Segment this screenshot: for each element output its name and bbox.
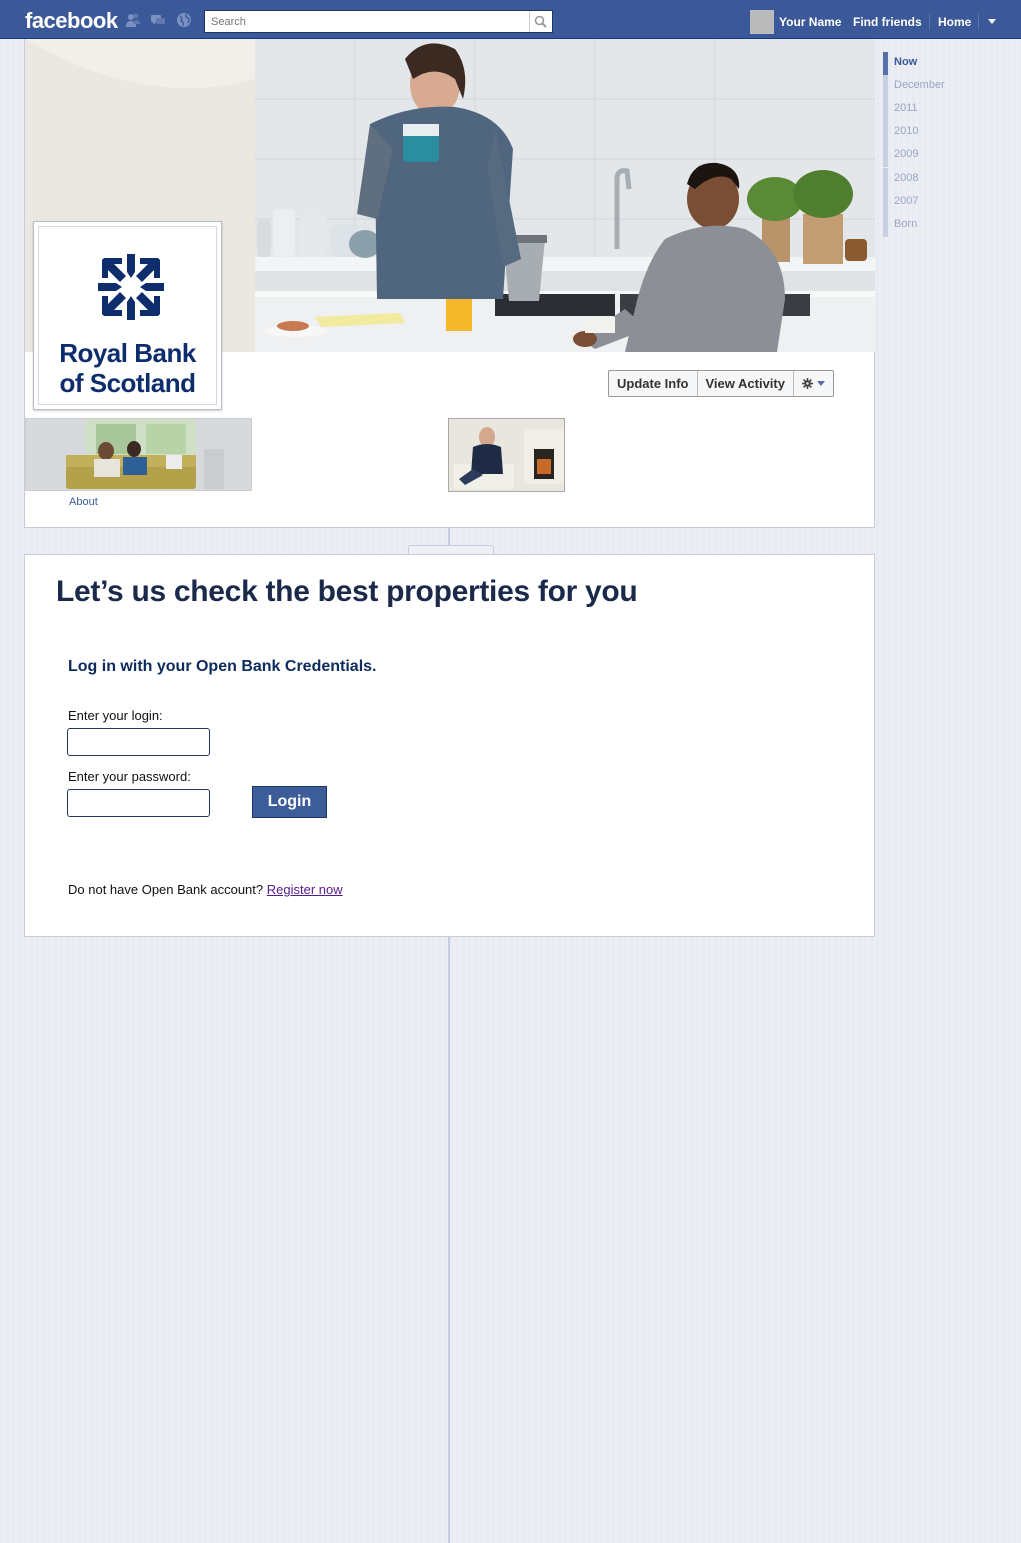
nav-divider xyxy=(929,14,930,30)
notifications-globe-icon[interactable] xyxy=(176,12,192,28)
rbs-logo: Royal Bank of Scotland xyxy=(38,226,217,405)
search-icon xyxy=(534,15,547,28)
search-field[interactable] xyxy=(204,10,553,33)
home-link[interactable]: Home xyxy=(938,15,971,29)
chevron-down-icon xyxy=(816,381,825,386)
about-link[interactable]: About xyxy=(69,496,98,508)
account-menu-chevron-down-icon[interactable] xyxy=(988,19,996,24)
friend-requests-icon[interactable] xyxy=(125,12,141,28)
timeline-item-2011[interactable]: 2011 xyxy=(883,98,1013,121)
login-button[interactable]: Login xyxy=(252,786,327,818)
about-thumbnail[interactable] xyxy=(25,418,252,491)
profile-action-buttons: Update Info View Activity xyxy=(608,370,834,397)
password-field-label: Enter your password: xyxy=(68,769,191,784)
timeline-item-born[interactable]: Born xyxy=(883,214,1013,237)
update-info-button[interactable]: Update Info xyxy=(609,371,698,396)
man-in-chair-photo xyxy=(449,419,564,491)
login-subtitle: Log in with your Open Bank Credentials. xyxy=(68,658,377,675)
user-name-link[interactable]: Your Name xyxy=(779,15,841,29)
timeline-item-2010[interactable]: 2010 xyxy=(883,121,1013,144)
register-prompt-text: Do not have Open Bank account? xyxy=(68,882,264,897)
brand-name-line-1: Royal Bank xyxy=(59,338,196,368)
living-room-photo xyxy=(26,419,251,490)
profile-header-card: Royal Bank of Scotland Update Info View … xyxy=(24,39,875,528)
login-card: Let’s us check the best properties for y… xyxy=(24,554,875,937)
timeline-item-2007[interactable]: 2007 xyxy=(883,191,1013,214)
timeline-item-2009[interactable]: 2009 xyxy=(883,144,1013,167)
password-input[interactable] xyxy=(67,789,210,817)
timeline-item-now[interactable]: Now xyxy=(883,52,1013,75)
search-button[interactable] xyxy=(529,11,552,32)
top-navigation-bar: facebook Your Name Find friends Home xyxy=(0,0,1021,39)
facebook-logo[interactable]: facebook xyxy=(25,8,118,34)
timeline-item-december[interactable]: December xyxy=(883,75,1013,98)
rbs-daisy-wheel-icon xyxy=(98,254,164,320)
login-field-label: Enter your login: xyxy=(68,708,163,723)
photo-thumbnail[interactable] xyxy=(448,418,565,492)
search-input[interactable] xyxy=(205,11,527,32)
messages-icon[interactable] xyxy=(150,12,166,28)
profile-picture[interactable]: Royal Bank of Scotland xyxy=(33,221,222,410)
brand-name-line-2: of Scotland xyxy=(59,368,196,398)
settings-menu-button[interactable] xyxy=(794,371,833,396)
view-activity-button[interactable]: View Activity xyxy=(698,371,794,396)
user-avatar[interactable] xyxy=(750,10,774,34)
login-card-title: Let’s us check the best properties for y… xyxy=(56,575,638,608)
nav-divider xyxy=(978,14,979,30)
login-input[interactable] xyxy=(67,728,210,756)
timeline-item-2008[interactable]: 2008 xyxy=(883,168,1013,191)
register-now-link[interactable]: Register now xyxy=(267,882,343,897)
gear-icon xyxy=(801,378,813,389)
find-friends-link[interactable]: Find friends xyxy=(853,15,922,29)
register-prompt: Do not have Open Bank account? Register … xyxy=(68,882,343,897)
